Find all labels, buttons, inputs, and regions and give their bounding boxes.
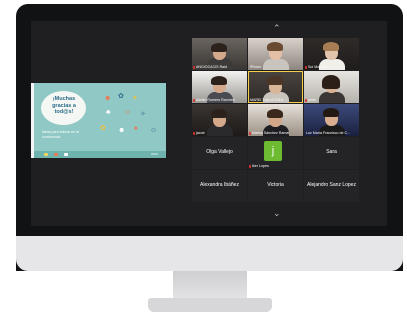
participant-tile[interactable]: Alexandra Ibáñez	[192, 170, 247, 202]
mic-muted-icon	[305, 66, 307, 69]
participant-name: Marisa Sánchez Ramal	[252, 131, 290, 135]
participant-name: Victoria	[267, 182, 284, 188]
participant-name: ANGIOCACIS Raid	[196, 65, 227, 69]
footer-dot	[54, 153, 58, 156]
participant-name: Sol Morcillo	[308, 65, 327, 69]
participant-tile[interactable]: Marisa Sánchez Ramal	[248, 104, 303, 136]
participant-hair	[323, 42, 339, 51]
participant-tile[interactable]: ANGIOCACIS Raid	[192, 38, 247, 70]
slide-subtitle: Ideas para educar en la convivencia	[42, 130, 79, 139]
participant-tile[interactable]: iPhone	[248, 38, 303, 70]
footer-dot	[64, 153, 68, 156]
participant-hair	[267, 42, 283, 51]
participant-name: iPhone	[250, 65, 262, 69]
people-doodle-icon: ♣	[106, 109, 111, 116]
mic-muted-icon	[249, 132, 251, 135]
video-call-screen: ⌃ ¡Muchas gracias a tod@s! Ideas para ed…	[31, 21, 387, 226]
participant-name: MAREI 3 sin el 2019	[250, 98, 283, 102]
footer-dot	[44, 153, 48, 156]
participant-tile[interactable]: jacob	[192, 104, 247, 136]
shared-screen-slide: ¡Muchas gracias a tod@s! Ideas para educ…	[31, 83, 166, 158]
monitor-stand-neck	[173, 271, 247, 301]
monitor-stand-foot	[148, 298, 272, 312]
participant-body	[319, 92, 345, 103]
people-doodle-icon: ☻	[118, 127, 126, 134]
mic-muted-icon	[193, 66, 195, 69]
participant-tile[interactable]: Sol Morcillo	[304, 38, 359, 70]
participant-name: Alexandra Ibáñez	[200, 182, 239, 188]
participant-hair	[322, 75, 340, 89]
participant-name: Olga Vallejo	[206, 149, 233, 155]
participant-tile[interactable]: Olga Vallejo	[192, 137, 247, 169]
participant-tile[interactable]: Alejandro Sanz Lopez	[304, 170, 359, 202]
participant-hair	[211, 43, 227, 52]
people-doodle-icon: ☺	[150, 127, 158, 134]
mic-muted-icon	[193, 99, 195, 102]
participant-tile[interactable]: j Iker Lopes	[248, 137, 303, 169]
participant-hair	[267, 76, 283, 85]
people-doodle-icon: ✦	[132, 95, 138, 102]
monitor-chin	[16, 236, 403, 271]
participant-hair	[323, 108, 339, 117]
people-doodle-icon: ♠	[134, 125, 138, 132]
chevron-up-icon[interactable]: ⌃	[273, 24, 281, 33]
participant-tile[interactable]: Luz María Francisco de C...	[304, 104, 359, 136]
participant-tile[interactable]: Adrián Romero Ramírez	[192, 71, 247, 103]
participant-hair	[211, 76, 227, 85]
participant-name: Luz María Francisco de C...	[306, 131, 351, 135]
participant-tile-active-speaker[interactable]: MAREI 3 sin el 2019	[248, 71, 303, 103]
mic-muted-icon	[249, 165, 251, 168]
participant-hair	[211, 109, 227, 118]
participant-name: Iker Lopes	[252, 164, 269, 168]
participant-name: Alejandro Sanz Lopez	[307, 182, 356, 188]
people-doodle-icon: ☺	[124, 109, 132, 116]
monitor-scene: ⌃ ¡Muchas gracias a tod@s! Ideas para ed…	[0, 0, 407, 315]
participant-tile[interactable]: pella	[304, 71, 359, 103]
slide-title: ¡Muchas gracias a tod@s!	[52, 96, 76, 115]
participant-name: Sara	[326, 149, 337, 155]
participant-name: pella	[308, 98, 316, 102]
participant-body	[263, 59, 289, 70]
chevron-down-icon[interactable]: ⌄	[273, 209, 281, 218]
participant-name: jacob	[196, 131, 205, 135]
participant-hair	[267, 109, 283, 118]
participant-tile[interactable]: Sara	[304, 137, 359, 169]
people-doodle-icon: ☻	[104, 95, 112, 102]
people-doodle-icon: ✧	[140, 111, 146, 118]
people-doodle-icon: ✿	[100, 125, 106, 132]
slide-footer-text: 2020	[151, 152, 158, 156]
participant-tile[interactable]: Victoria	[248, 170, 303, 202]
participant-name: Adrián Romero Ramírez	[196, 98, 235, 102]
mic-muted-icon	[193, 132, 195, 135]
people-doodle-icon: ✿	[118, 93, 124, 100]
participant-avatar: j	[264, 141, 282, 161]
mic-muted-icon	[305, 99, 307, 102]
